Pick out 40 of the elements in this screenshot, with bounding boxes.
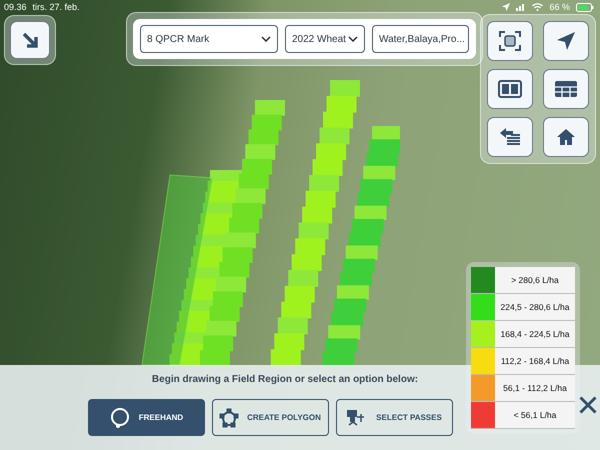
instruction-text: Begin drawing a Field Region or select an option below: — [152, 374, 418, 385]
legend-label: 112,2 - 168,4 L/ha — [500, 355, 570, 368]
dropdown[interactable]: 2022 Wheat — [285, 25, 365, 53]
action-button[interactable]: FREEHAND — [88, 399, 204, 436]
fit-frame-icon — [499, 31, 521, 51]
signal-icon — [516, 3, 526, 11]
action-button[interactable]: CREATE POLYGON — [212, 399, 328, 436]
legend-label: 224,5 - 280,6 L/ha — [499, 301, 570, 314]
legend-label: > 280,6 L/ha — [510, 274, 560, 287]
down-right-arrow-icon — [22, 32, 38, 48]
close-button[interactable] — [578, 395, 598, 415]
polygon-icon — [219, 408, 240, 428]
action-button[interactable]: SELECT PASSES — [336, 399, 452, 436]
split-view-icon — [498, 80, 522, 98]
legend-label: 168,4 - 224,5 L/ha — [499, 328, 570, 341]
back-list-button[interactable] — [487, 117, 533, 157]
table-button[interactable] — [543, 69, 589, 109]
loop-icon — [108, 406, 131, 428]
chevron-down-icon — [261, 36, 271, 42]
dropdown[interactable]: 8 QPCR Mark — [140, 25, 278, 53]
wifi-icon — [532, 3, 544, 11]
dropdown[interactable]: Water,Balaya,Pro... — [372, 25, 469, 53]
home-icon — [556, 128, 576, 146]
collapse-arrow-button[interactable] — [10, 21, 50, 59]
close-icon — [578, 395, 598, 415]
location-icon — [502, 3, 510, 11]
location-button[interactable] — [543, 21, 589, 61]
home-button[interactable] — [543, 117, 589, 157]
fit-view-button[interactable] — [487, 21, 533, 61]
status-time: 09.36 — [4, 2, 27, 12]
navigation-arrow-icon — [556, 31, 576, 51]
battery-icon — [576, 2, 594, 12]
table-icon — [554, 80, 578, 98]
chevron-down-icon — [348, 36, 358, 42]
status-date: tirs. 27. feb. — [32, 2, 80, 12]
legend-label: 56,1 - 112,2 L/ha — [502, 382, 568, 395]
battery-percentage: 66 % — [549, 2, 570, 12]
split-view-button[interactable] — [487, 69, 533, 109]
arrow-list-icon — [499, 127, 521, 147]
legend-label: < 56,1 L/ha — [512, 409, 558, 422]
